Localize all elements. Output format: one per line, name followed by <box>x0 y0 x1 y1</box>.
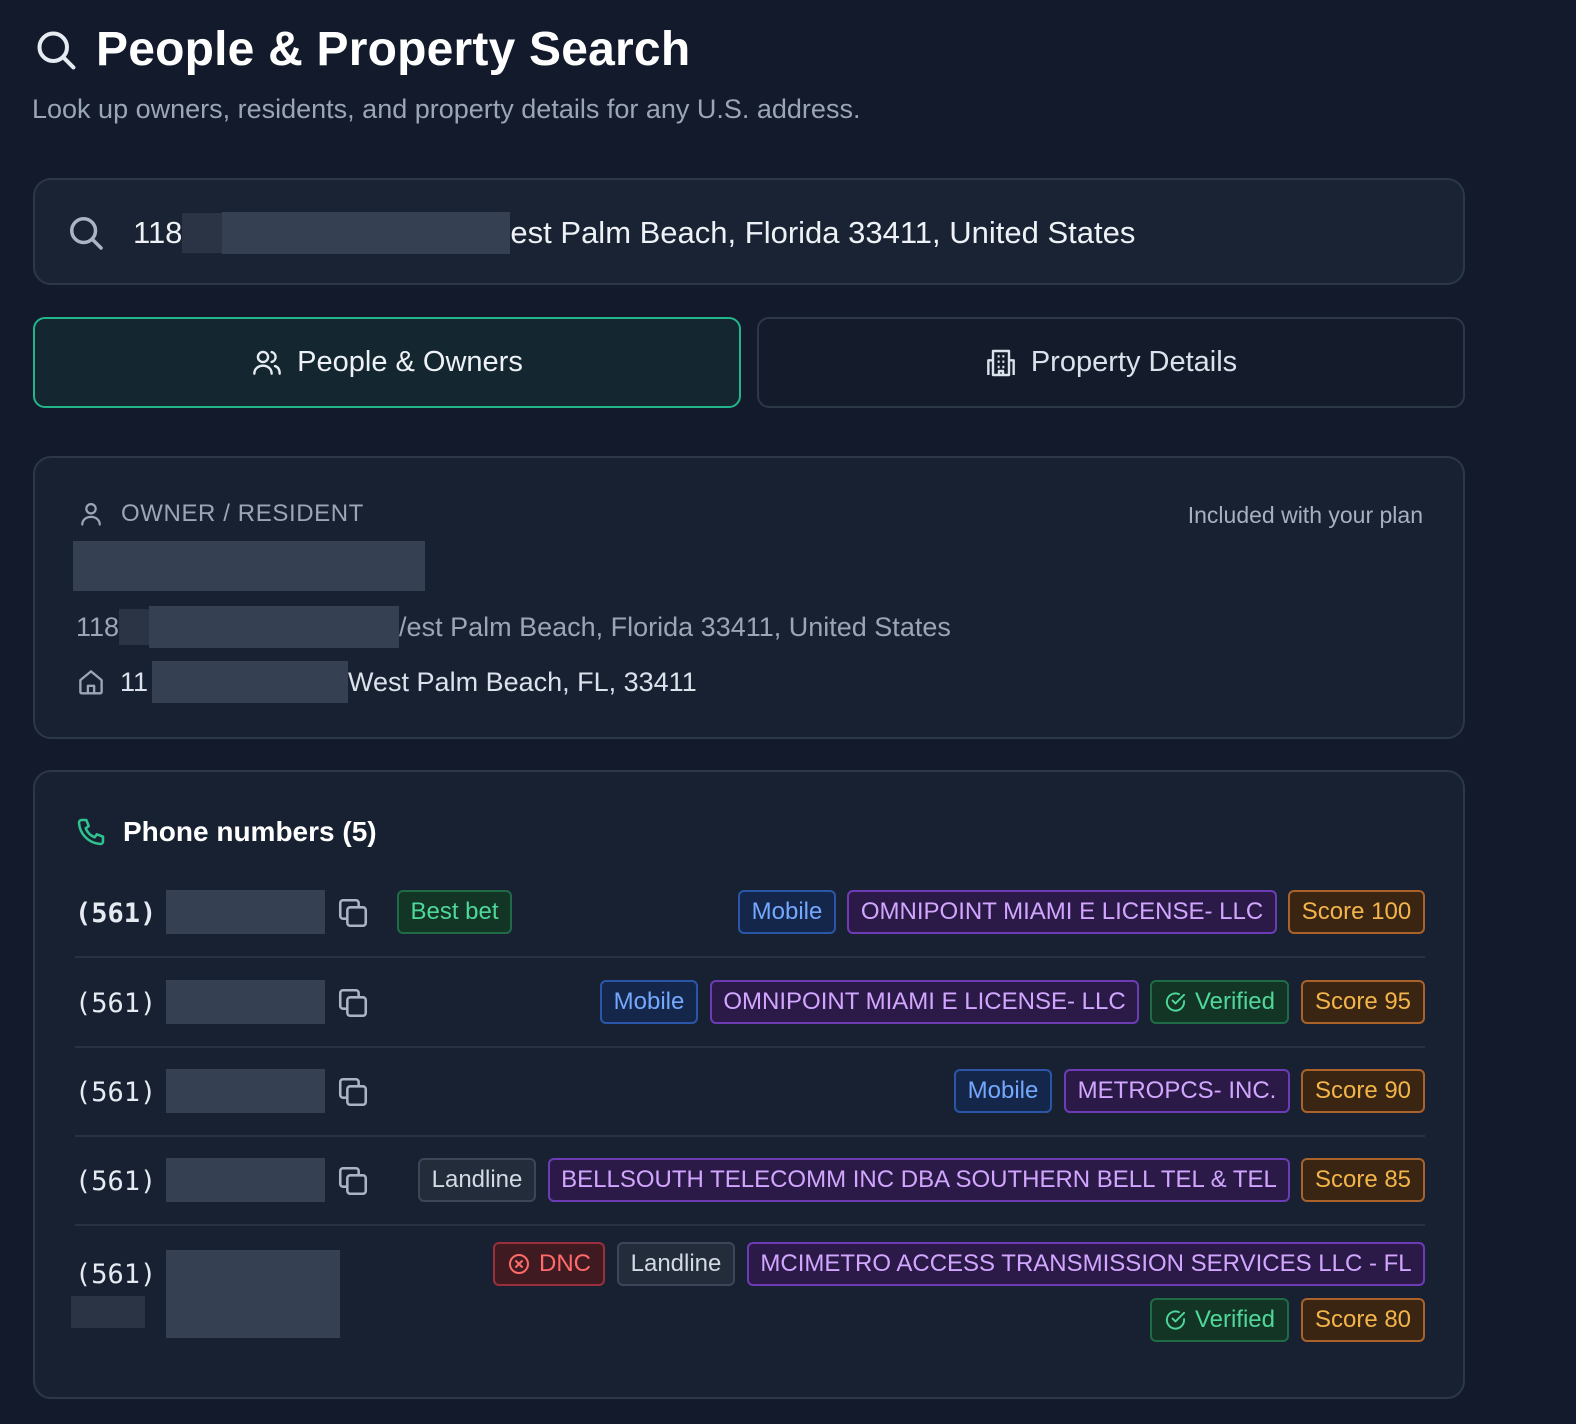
redacted-text <box>71 1296 145 1328</box>
line-type-badge: Landline <box>418 1158 536 1202</box>
plan-note: Included with your plan <box>1187 502 1423 528</box>
copy-icon[interactable] <box>336 986 370 1020</box>
carrier-badge: OMNIPOINT MIAMI E LICENSE- LLC <box>847 890 1277 934</box>
carrier-badge: METROPCS- INC. <box>1064 1069 1290 1113</box>
search-icon <box>37 30 76 69</box>
search-value[interactable]: 118 est Palm Beach, Florida 33411, Unite… <box>133 212 1135 254</box>
dnc-badge: DNC <box>493 1242 605 1286</box>
dnc-label: DNC <box>539 1250 591 1277</box>
user-icon <box>81 502 101 526</box>
phone-row: (561) Mobile OMNIPOINT MIAMI E LICENSE- … <box>75 958 1425 1048</box>
phone-row: (561) Best bet Mobile OMNIPOINT MIAMI E … <box>75 884 1425 958</box>
page-title: People & Property Search <box>96 23 691 76</box>
phone-numbers-card: Phone numbers (5) (561) Best bet Mobile … <box>33 770 1465 1399</box>
page-header: People & Property Search <box>34 22 690 77</box>
phone-number-redacted <box>166 1158 325 1202</box>
phone-numbers-title: Phone numbers (5) <box>123 816 377 847</box>
phone-area-code: (561) <box>75 1259 157 1290</box>
home-icon <box>79 670 103 695</box>
phone-number-redacted <box>166 1250 340 1338</box>
phone-row: (561) Mobile METROPCS- INC. Score 90 <box>75 1048 1425 1137</box>
address-search-input[interactable]: 118 est Palm Beach, Florida 33411, Unite… <box>33 178 1465 285</box>
phone-number-redacted <box>166 980 325 1024</box>
owner-address-prefix: 118 <box>76 611 120 642</box>
line-type-badge: Mobile <box>600 980 698 1024</box>
verified-label: Verified <box>1194 1306 1275 1333</box>
score-badge: Score 100 <box>1288 890 1425 934</box>
phone-icon <box>77 818 105 846</box>
phone-number-redacted <box>166 1069 325 1113</box>
verified-badge: Verified <box>1150 1298 1289 1342</box>
owner-home-prefix: 11 <box>120 666 149 697</box>
redacted-text <box>222 212 511 254</box>
owner-address-suffix: /est Palm Beach, Florida 33411, United S… <box>399 611 951 642</box>
phone-area-code: (561) <box>75 898 157 929</box>
redacted-text <box>152 661 349 703</box>
phone-row: (561) DNC Landline MCIMETRO ACCESS TRANS… <box>71 1226 1425 1366</box>
redacted-text <box>149 606 400 648</box>
owner-label: OWNER / RESIDENT <box>77 500 364 528</box>
check-circle-icon <box>1165 992 1186 1012</box>
verified-badge: Verified <box>1150 980 1289 1024</box>
tab-property-details[interactable]: Property Details <box>757 317 1465 408</box>
copy-icon[interactable] <box>336 896 370 930</box>
verified-label: Verified <box>1194 988 1275 1015</box>
owner-address: 118 /est Palm Beach, Florida 33411, Unit… <box>76 606 951 648</box>
copy-icon[interactable] <box>336 1075 370 1109</box>
phone-row: (561) Landline BELLSOUTH TELECOMM INC DB… <box>75 1137 1425 1226</box>
search-icon <box>70 217 103 250</box>
owner-home-address: 11 West Palm Beach, FL, 33411 <box>76 661 697 703</box>
owner-card: OWNER / RESIDENT Included with your plan… <box>33 456 1465 739</box>
page: People & Property Search Look up owners,… <box>0 0 1576 1424</box>
phone-area-code: (561) <box>75 1166 157 1197</box>
line-type-badge: Mobile <box>954 1069 1052 1113</box>
owner-label-text: OWNER / RESIDENT <box>121 500 364 527</box>
owner-name-redacted <box>73 541 425 591</box>
owner-home-suffix: West Palm Beach, FL, 33411 <box>348 666 697 697</box>
users-icon <box>253 350 282 375</box>
tab-label: People & Owners <box>297 346 523 378</box>
copy-icon[interactable] <box>336 1164 370 1198</box>
best-bet-badge: Best bet <box>397 890 512 934</box>
phone-numbers-header: Phone numbers (5) <box>75 816 377 848</box>
carrier-badge: MCIMETRO ACCESS TRANSMISSION SERVICES LL… <box>747 1242 1425 1286</box>
page-subtitle: Look up owners, residents, and property … <box>32 94 861 124</box>
carrier-badge: OMNIPOINT MIAMI E LICENSE- LLC <box>710 980 1139 1024</box>
line-type-badge: Landline <box>617 1242 735 1286</box>
phone-area-code: (561) <box>75 988 157 1019</box>
search-value-suffix: est Palm Beach, Florida 33411, United St… <box>510 215 1136 250</box>
score-badge: Score 95 <box>1301 980 1425 1024</box>
score-badge: Score 85 <box>1301 1158 1425 1202</box>
check-circle-icon <box>1165 1310 1186 1330</box>
redacted-text <box>182 213 223 253</box>
x-circle-icon <box>509 1254 529 1274</box>
tab-people-owners[interactable]: People & Owners <box>33 317 741 408</box>
tab-label: Property Details <box>1030 346 1238 378</box>
phone-number-redacted <box>166 890 325 934</box>
phone-area-code: (561) <box>75 1077 157 1108</box>
search-value-prefix: 118 <box>133 215 183 250</box>
building-icon <box>986 349 1015 376</box>
carrier-badge: BELLSOUTH TELECOMM INC DBA SOUTHERN BELL… <box>548 1158 1290 1202</box>
score-badge: Score 80 <box>1301 1298 1425 1342</box>
line-type-badge: Mobile <box>738 890 836 934</box>
redacted-text <box>119 609 150 645</box>
score-badge: Score 90 <box>1301 1069 1425 1113</box>
